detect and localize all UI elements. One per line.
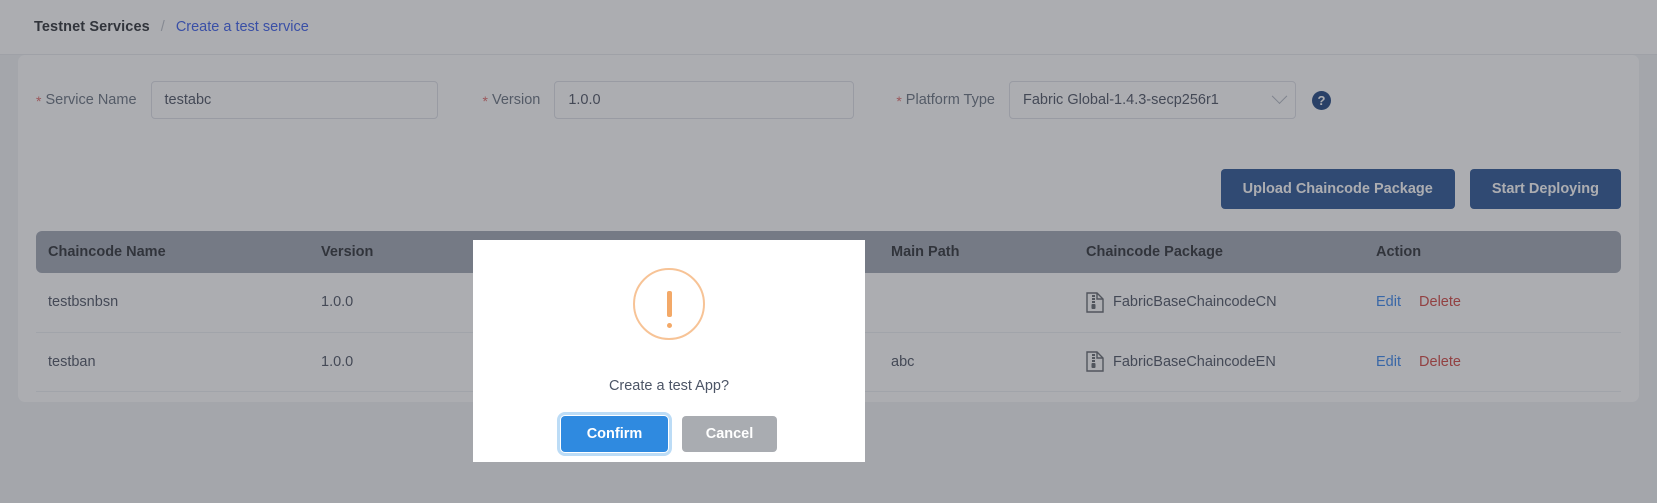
confirm-button[interactable]: Confirm: [557, 412, 672, 456]
cancel-button[interactable]: Cancel: [682, 416, 777, 452]
dialog-button-row: Confirm Cancel: [557, 412, 777, 456]
dialog-message: Create a test App?: [608, 378, 730, 394]
warning-exclamation-circle-icon: [633, 268, 705, 340]
confirm-dialog: Create a test App? Confirm Cancel: [473, 240, 865, 462]
